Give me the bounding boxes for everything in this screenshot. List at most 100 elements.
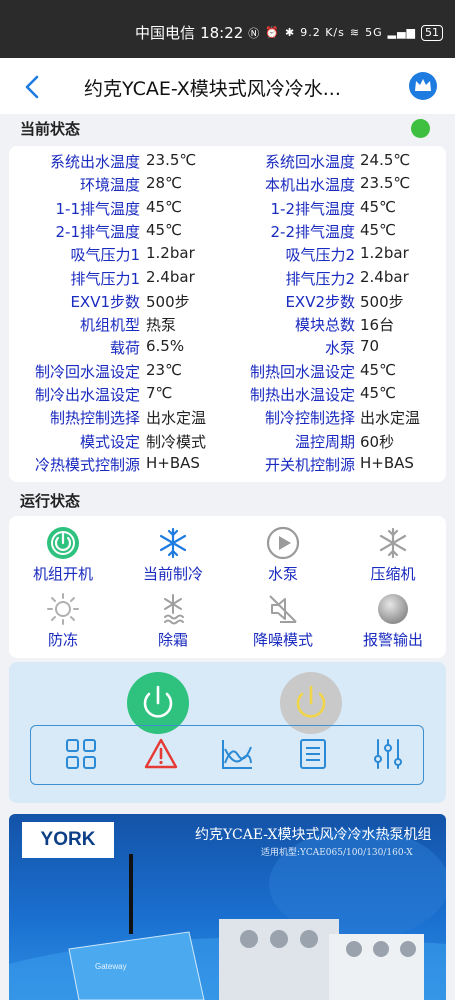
carrier-label: 中国电信 [135, 24, 196, 42]
param-row: 环境温度 28℃ 本机出水温度 23.5℃ [9, 174, 446, 197]
battery-indicator: 51 [421, 24, 443, 41]
param-value: 7℃ [146, 384, 173, 402]
defrost-icon [164, 594, 184, 625]
param-value: 出水定温 [146, 409, 207, 428]
list-icon[interactable] [296, 737, 330, 771]
signal-icon: ▂▄▆ [387, 26, 416, 39]
run-item-label: 当前制冷 [142, 565, 203, 583]
clock: 18:22 [200, 23, 244, 42]
param-row: 排气压力1 2.4bar 排气压力2 2.4bar [9, 268, 446, 291]
param-row: 机组机型 热泵 模块总数 16台 [9, 314, 446, 337]
param-value: 45℃ [360, 220, 396, 239]
run-item-label: 除霜 [157, 631, 188, 649]
status-bar-info: 中国电信 18:22 Ⓝ ⏰ ✱ 9.2 K/s ≋ 5G ▂▄▆ 51 [130, 22, 443, 43]
bluetooth-icon: ✱ [285, 26, 296, 39]
back-arrow-icon[interactable] [20, 74, 46, 100]
param-value: 60秒 [360, 432, 395, 451]
param-value: 1.2bar [360, 244, 409, 263]
gateway-label: Gateway [95, 962, 127, 971]
compressor-snowflake-icon [379, 527, 407, 559]
settings-sliders-icon[interactable] [371, 737, 405, 771]
param-label: 排气压力2 [285, 269, 355, 288]
param-label: 2-2排气温度 [270, 222, 356, 241]
param-label: 吸气压力2 [285, 246, 355, 265]
alarm-icon: ⏰ [265, 26, 280, 39]
param-label: 制热出水温设定 [249, 386, 355, 404]
param-row: 制冷回水温设定 23℃ 制热回水温设定 45℃ [9, 361, 446, 384]
param-value: 2.4bar [146, 267, 195, 286]
param-value: 23℃ [146, 360, 182, 379]
nfc-icon: Ⓝ [248, 26, 261, 40]
param-value: 28℃ [146, 174, 182, 193]
param-label: 制热回水温设定 [249, 362, 355, 381]
param-value: 16台 [360, 316, 395, 335]
param-value: 70 [360, 337, 380, 356]
power-on-icon [47, 527, 79, 559]
param-value: 45℃ [146, 220, 182, 239]
function-toolbar [30, 725, 424, 785]
product-banner: YORK 约克YCAE-X模块式风冷冷水热泵机组 适用机型:YCAE065/10… [9, 814, 446, 1000]
param-row: 2-1排气温度 45℃ 2-2排气温度 45℃ [9, 221, 446, 244]
param-row: 冷热模式控制源 H+BAS 开关机控制源 H+BAS [9, 454, 446, 477]
mute-icon [269, 595, 297, 623]
param-label: 吸气压力1 [70, 246, 140, 265]
param-value: 500步 [146, 292, 190, 311]
page-title: 约克YCAE-X模块式风冷冷水... [84, 78, 341, 100]
param-value: 热泵 [146, 316, 177, 335]
param-label: 模块总数 [294, 316, 355, 335]
param-value: 2.4bar [360, 267, 409, 286]
run-item-compressor: 压缩机 [343, 526, 443, 588]
param-value: 出水定温 [360, 409, 421, 428]
param-row: 1-1排气温度 45℃ 1-2排气温度 45℃ [9, 198, 446, 221]
param-label: 系统回水温度 [264, 153, 355, 171]
param-value: 24.5℃ [360, 151, 411, 169]
run-item-antifreeze: 防冻 [13, 592, 113, 654]
param-row: 吸气压力1 1.2bar 吸气压力2 1.2bar [9, 244, 446, 267]
section-title-run-status: 运行状态 [20, 492, 81, 510]
param-label: 环境温度 [79, 176, 140, 195]
alarm-dot-icon [378, 594, 408, 624]
network-speed: 9.2 K/s [300, 26, 345, 39]
param-label: 制冷控制选择 [264, 409, 355, 428]
param-label: 制冷回水温设定 [34, 362, 140, 381]
param-label: 排气压力1 [70, 269, 140, 288]
param-value: 45℃ [360, 360, 396, 379]
param-label: EXV1步数 [70, 292, 140, 311]
run-item-cooling: 当前制冷 [123, 526, 223, 588]
param-value: 45℃ [360, 197, 396, 216]
sun-icon [47, 593, 79, 625]
warning-icon[interactable] [144, 737, 178, 771]
param-label: 开关机控制源 [264, 455, 355, 474]
grid-icon[interactable] [64, 737, 98, 771]
run-status-card: 机组开机 当前制冷 水泵 压缩机 防冻 除霜 降噪模式 报警输出 [9, 516, 446, 658]
param-row: EXV1步数 500步 EXV2步数 500步 [9, 291, 446, 314]
run-item-label: 降噪模式 [252, 631, 313, 649]
param-value: H+BAS [146, 453, 200, 472]
wifi-icon: ≋ [349, 26, 361, 39]
param-row: 载荷 6.5% 水泵 70 [9, 337, 446, 360]
run-item-unit-on: 机组开机 [13, 526, 113, 588]
run-item-label: 机组开机 [32, 565, 93, 583]
run-item-alarm: 报警输出 [343, 592, 443, 654]
param-label: 1-1排气温度 [55, 199, 141, 218]
param-label: 模式设定 [79, 432, 140, 451]
run-item-quiet-mode: 降噪模式 [233, 592, 333, 654]
param-label: 2-1排气温度 [55, 222, 141, 241]
param-label: 本机出水温度 [264, 176, 355, 195]
param-row: 系统出水温度 23.5℃ 系统回水温度 24.5℃ [9, 151, 446, 174]
param-value: 45℃ [360, 384, 396, 402]
param-label: 制冷出水温设定 [34, 386, 140, 404]
param-label: 制热控制选择 [49, 409, 140, 428]
run-item-defrost: 除霜 [123, 592, 223, 654]
param-label: 水泵 [324, 339, 355, 358]
param-value: 1.2bar [146, 244, 195, 263]
param-value: 23.5℃ [360, 174, 411, 193]
param-label: 冷热模式控制源 [34, 455, 140, 474]
param-value: 制冷模式 [146, 432, 207, 451]
param-value: 6.5% [146, 337, 185, 356]
crown-icon[interactable] [409, 72, 437, 100]
chart-curve-icon[interactable] [220, 737, 254, 771]
pump-play-icon [266, 526, 300, 560]
run-item-label: 报警输出 [362, 631, 423, 649]
param-label: 机组机型 [79, 316, 140, 335]
